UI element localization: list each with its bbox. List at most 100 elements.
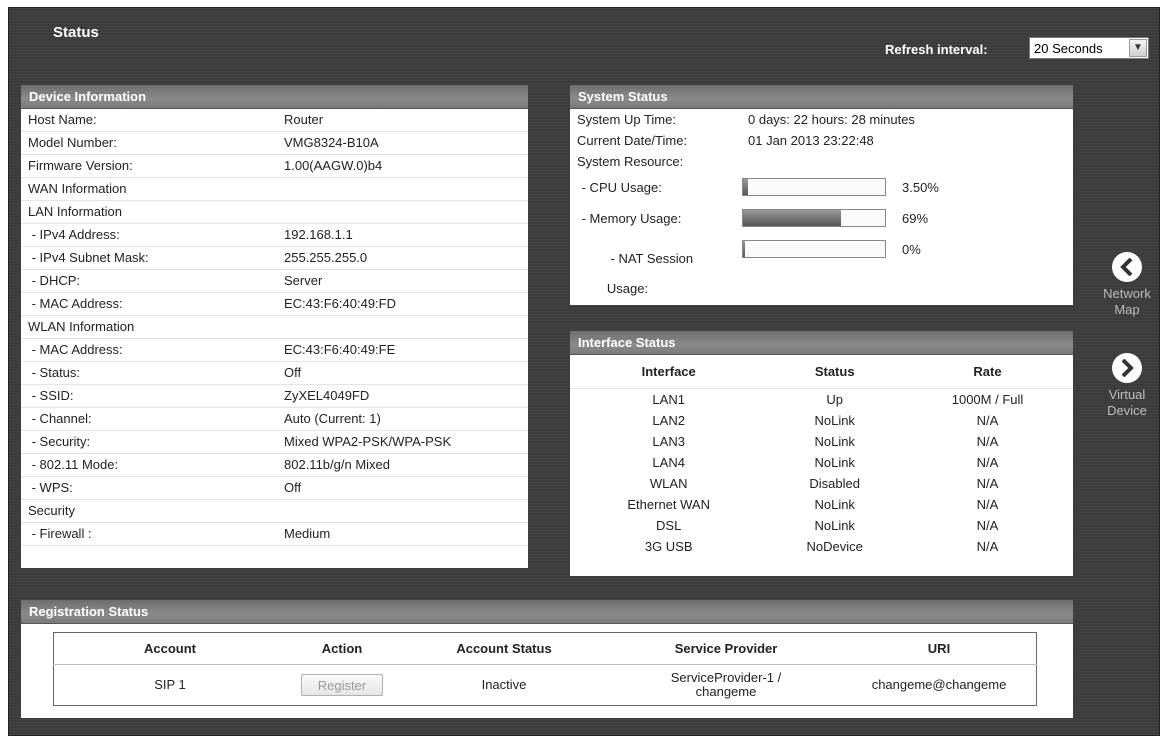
table-row: LAN2 NoLink N/A bbox=[570, 410, 1073, 431]
device-info-key: - MAC Address: bbox=[28, 342, 123, 357]
cpu-usage-percent: 3.50% bbox=[902, 180, 939, 195]
device-info-key: - Security: bbox=[28, 434, 91, 449]
device-info-key: Firmware Version: bbox=[28, 158, 133, 173]
list-item: Model Number: VMG8324-B10A bbox=[21, 132, 528, 155]
status-cell: NoLink bbox=[814, 434, 855, 449]
device-info-key: Model Number: bbox=[28, 135, 117, 150]
action-column-header: Action bbox=[286, 632, 398, 665]
system-uptime-row: System Up Time: 0 days: 22 hours: 28 min… bbox=[570, 109, 1073, 130]
network-map-label[interactable]: Network Map bbox=[1099, 286, 1155, 318]
chevron-right-icon[interactable] bbox=[1112, 353, 1142, 383]
rate-cell: N/A bbox=[976, 476, 999, 491]
virtual-device-nav[interactable]: Virtual Device bbox=[1099, 353, 1155, 419]
chevron-down-icon[interactable]: ▼ bbox=[1129, 39, 1147, 57]
virtual-device-label-line2[interactable]: Device bbox=[1107, 403, 1147, 418]
rate-cell: N/A bbox=[976, 497, 999, 512]
current-datetime-value: 01 Jan 2013 23:22:48 bbox=[748, 133, 874, 148]
device-info-value: Server bbox=[284, 273, 323, 288]
list-item: - SSID: ZyXEL4049FD bbox=[21, 385, 528, 408]
device-info-key: - IPv4 Address: bbox=[28, 227, 120, 242]
device-info-value: Medium bbox=[284, 526, 331, 541]
nat-session-usage-bar bbox=[742, 240, 886, 258]
interface-cell: LAN1 bbox=[652, 392, 685, 407]
registration-table-header-row: Account Action Account Status Service Pr… bbox=[53, 632, 1037, 665]
nat-session-usage-percent: 0% bbox=[902, 242, 921, 257]
system-uptime-label: System Up Time: bbox=[577, 112, 676, 127]
registration-status-header: Registration Status bbox=[21, 600, 1073, 624]
list-item: - DHCP: Server bbox=[21, 270, 528, 293]
interface-status-panel: Interface Status Interface Status Rate L… bbox=[570, 331, 1073, 576]
interface-cell: Ethernet WAN bbox=[627, 497, 710, 512]
memory-usage-bar-fill bbox=[743, 210, 841, 226]
cpu-usage-bar-fill bbox=[743, 179, 748, 195]
device-info-value: 255.255.255.0 bbox=[284, 250, 368, 265]
nat-session-usage-row: - NAT Session Usage: 0% bbox=[570, 234, 1073, 296]
chevron-left-icon[interactable] bbox=[1112, 252, 1142, 282]
account-column-header: Account bbox=[53, 632, 286, 665]
table-row: LAN1 Up 1000M / Full bbox=[570, 389, 1073, 411]
network-map-label-line2[interactable]: Map bbox=[1114, 302, 1139, 317]
list-item: Firmware Version: 1.00(AAGW.0)b4 bbox=[21, 155, 528, 178]
interface-cell: WLAN bbox=[649, 476, 688, 491]
current-datetime-row: Current Date/Time: 01 Jan 2013 23:22:48 bbox=[570, 130, 1073, 151]
refresh-interval-value: 20 Seconds bbox=[1034, 41, 1103, 56]
service-provider-line1: ServiceProvider-1 / bbox=[670, 670, 782, 685]
device-information-header: Device Information bbox=[21, 85, 528, 109]
system-status-header: System Status bbox=[570, 85, 1073, 109]
virtual-device-label-line1[interactable]: Virtual bbox=[1109, 387, 1146, 402]
status-cell: Disabled bbox=[809, 476, 860, 491]
network-map-nav[interactable]: Network Map bbox=[1099, 252, 1155, 318]
table-row: 3G USB NoDevice N/A bbox=[570, 536, 1073, 557]
device-info-key: LAN Information bbox=[28, 204, 122, 219]
system-status-panel: System Status System Up Time: 0 days: 22… bbox=[570, 85, 1073, 305]
device-info-value: Auto (Current: 1) bbox=[284, 411, 381, 426]
list-item: - Security: Mixed WPA2-PSK/WPA-PSK bbox=[21, 431, 528, 454]
status-cell: NoLink bbox=[814, 497, 855, 512]
list-item: - IPv4 Address: 192.168.1.1 bbox=[21, 224, 528, 247]
account-status-column-header: Account Status bbox=[398, 632, 610, 665]
interface-cell: LAN3 bbox=[652, 434, 685, 449]
interface-table-body: LAN1 Up 1000M / Full LAN2 NoLink N/A LAN3 NoLin… bbox=[570, 389, 1073, 558]
device-info-value: EC:43:F6:40:49:FE bbox=[284, 342, 396, 357]
virtual-device-label[interactable]: Virtual Device bbox=[1099, 387, 1155, 419]
rate-cell: N/A bbox=[976, 455, 999, 470]
status-cell: NoDevice bbox=[806, 539, 863, 554]
system-uptime-value: 0 days: 22 hours: 28 minutes bbox=[748, 112, 915, 127]
register-button[interactable]: Register bbox=[301, 674, 383, 696]
list-item: - MAC Address: EC:43:F6:40:49:FD bbox=[21, 293, 528, 316]
table-row: SIP 1 Register Inactive ServiceProvider-… bbox=[54, 665, 1037, 706]
action-cell: Register bbox=[286, 665, 398, 706]
interface-status-header: Interface Status bbox=[570, 331, 1073, 355]
list-item: WLAN Information bbox=[21, 316, 528, 339]
device-info-key: WLAN Information bbox=[28, 319, 135, 334]
refresh-interval-label: Refresh interval: bbox=[885, 42, 988, 57]
device-info-value: Off bbox=[284, 365, 302, 380]
rate-cell: N/A bbox=[976, 539, 999, 554]
interface-cell: 3G USB bbox=[644, 539, 693, 554]
interface-status-table: Interface Status Rate LAN1 Up 1000M / Full… bbox=[570, 355, 1073, 557]
table-row: LAN3 NoLink N/A bbox=[570, 431, 1073, 452]
device-info-value: 192.168.1.1 bbox=[284, 227, 353, 242]
list-item: - 802.11 Mode: 802.11b/g/n Mixed bbox=[21, 454, 528, 477]
cpu-usage-row: - CPU Usage: 3.50% bbox=[570, 172, 1073, 203]
refresh-interval-select[interactable]: 20 Seconds ▼ bbox=[1029, 37, 1149, 59]
cpu-usage-label: - CPU Usage: bbox=[578, 180, 662, 195]
table-row: LAN4 NoLink N/A bbox=[570, 452, 1073, 473]
memory-usage-percent: 69% bbox=[902, 211, 929, 226]
network-map-label-line1[interactable]: Network bbox=[1103, 286, 1151, 301]
nat-session-label-line1: - NAT Session bbox=[606, 251, 694, 266]
device-info-key: - WPS: bbox=[28, 480, 73, 495]
interface-cell: LAN2 bbox=[652, 413, 685, 428]
list-item: - Channel: Auto (Current: 1) bbox=[21, 408, 528, 431]
status-cell: NoLink bbox=[814, 413, 855, 428]
account-cell: SIP 1 bbox=[154, 677, 186, 692]
nat-session-label-line2: Usage: bbox=[606, 281, 649, 296]
uri-column-header: URI bbox=[842, 632, 1037, 665]
current-datetime-label: Current Date/Time: bbox=[577, 133, 688, 148]
system-resource-label: System Resource: bbox=[577, 154, 684, 169]
list-item: - WPS: Off bbox=[21, 477, 528, 500]
status-cell: Up bbox=[826, 392, 844, 407]
device-info-value: Router bbox=[284, 112, 324, 127]
rate-column-header: Rate bbox=[902, 355, 1073, 389]
list-item: - MAC Address: EC:43:F6:40:49:FE bbox=[21, 339, 528, 362]
